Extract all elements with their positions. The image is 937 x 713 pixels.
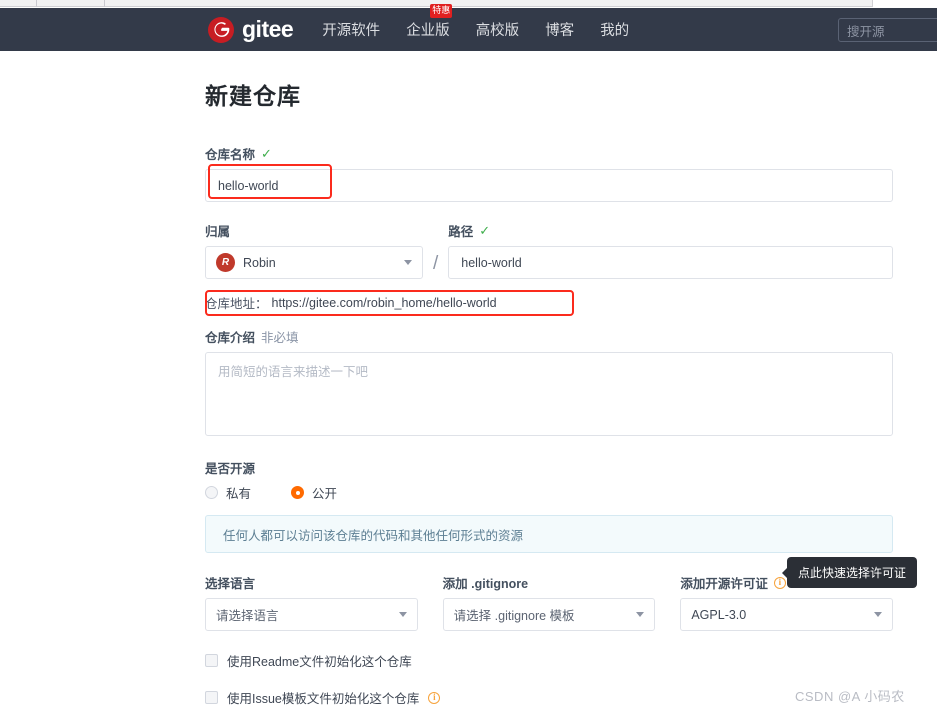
top-navigation-bar: gitee 开源软件 企业版 特惠 高校版 博客 我的 搜开源 [0,4,937,51]
init-readme-label: 使用Readme文件初始化这个仓库 [227,655,412,669]
checkbox-unchecked-icon [205,654,218,667]
info-circle-icon[interactable]: i [428,691,441,704]
license-select-value: AGPL-3.0 [691,607,747,622]
browser-tab-divider-2 [104,0,105,7]
nav-item-label: 我的 [600,23,630,39]
repo-name-label: 仓库名称 ✓ [205,144,893,163]
license-label-text: 添加开源许可证 [680,577,768,591]
main-nav: 开源软件 企业版 特惠 高校版 博客 我的 [322,4,629,40]
path-separator: / [433,253,439,274]
repo-url-label: 仓库地址： [205,297,268,311]
gitee-brand-text: gitee [242,16,294,42]
repo-description-label-text: 仓库介绍 [205,331,256,345]
owner-label-text: 归属 [205,225,231,239]
visibility-label-text: 是否开源 [205,462,256,476]
visibility-notice-text: 任何人都可以访问该仓库的代码和其他任何形式的资源 [223,528,524,543]
visibility-option-label: 私有 [226,487,252,501]
watermark: CSDN @A 小码农 [795,689,905,704]
owner-select-value: Robin [243,255,276,270]
init-issue-template-label: 使用Issue模板文件初始化这个仓库 [227,692,420,706]
nav-item-enterprise[interactable]: 企业版 特惠 [406,4,453,40]
browser-chrome-right [872,0,937,7]
language-select-value: 请选择语言 [216,609,279,623]
repo-url-value: https://gitee.com/robin_home/hello-world [271,295,497,310]
page-title: 新建仓库 [205,83,301,109]
radio-checked-icon [291,486,305,499]
language-label-text: 选择语言 [205,577,256,591]
gitignore-column: 添加 .gitignore 请选择 .gitignore 模板 [442,573,656,631]
search-input-placeholder: 搜开源 [847,24,885,39]
visibility-notice-banner: 任何人都可以访问该仓库的代码和其他任何形式的资源 [205,515,893,553]
nav-item-opensource[interactable]: 开源软件 [322,19,380,40]
browser-chrome-strip [0,0,937,7]
gitignore-label: 添加 .gitignore [443,573,656,592]
gitignore-select[interactable]: 请选择 .gitignore 模板 [442,598,656,631]
nav-item-label: 企业版 [406,23,450,39]
nav-item-label: 博客 [545,23,575,39]
chevron-down-icon [398,612,407,617]
nav-item-label: 高校版 [475,23,520,39]
license-select[interactable]: AGPL-3.0 [680,598,894,631]
chevron-down-icon [636,612,645,617]
visibility-radio-group: 私有 公开 [205,483,893,502]
gitee-logo-icon [208,16,234,43]
path-label: 路径 ✓ [448,221,893,240]
visibility-label: 是否开源 [205,458,893,477]
page-content: 新建仓库 仓库名称 ✓ 归属 R Robin / 路径 [0,51,937,713]
nav-item-education[interactable]: 高校版 [476,19,520,40]
repo-description-optional-tag: 非必填 [261,331,299,345]
path-label-text: 路径 [448,225,474,239]
owner-select[interactable]: R Robin [205,246,423,279]
repo-path-input[interactable] [448,246,893,279]
repo-name-label-text: 仓库名称 [205,148,256,162]
language-column: 选择语言 请选择语言 [205,573,418,631]
visibility-option-public[interactable]: 公开 [291,483,337,502]
language-select[interactable]: 请选择语言 [205,598,418,631]
gitignore-label-text: 添加 .gitignore [442,577,529,591]
avatar: R [216,253,235,272]
owner-column: 归属 R Robin [205,221,423,279]
new-repository-form: 新建仓库 仓库名称 ✓ 归属 R Robin / 路径 [205,77,894,707]
init-issue-template-checkbox-row[interactable]: 使用Issue模板文件初始化这个仓库 i [205,688,893,707]
radio-unchecked-icon [205,486,218,499]
browser-tab-divider [36,0,37,7]
repo-name-input[interactable] [205,169,893,202]
repo-description-textarea[interactable] [205,352,893,436]
nav-item-blog[interactable]: 博客 [545,19,574,40]
repo-description-label: 仓库介绍 非必填 [205,327,893,346]
language-label: 选择语言 [205,573,418,592]
visibility-option-private[interactable]: 私有 [205,483,251,502]
owner-path-row: 归属 R Robin / 路径 ✓ [205,221,893,279]
nav-item-mine[interactable]: 我的 [600,19,629,40]
license-tooltip-text: 点此快速选择许可证 [798,566,907,580]
chevron-down-icon [404,260,412,265]
search-box[interactable]: 搜开源 [838,18,937,42]
init-readme-checkbox-row[interactable]: 使用Readme文件初始化这个仓库 [205,651,893,670]
gitignore-select-value: 请选择 .gitignore 模板 [453,609,575,623]
info-circle-icon[interactable]: i [773,576,786,589]
owner-label: 归属 [205,221,423,240]
check-icon: ✓ [261,146,272,161]
checkbox-unchecked-icon [205,691,218,704]
chevron-down-icon [874,612,883,617]
promo-badge: 特惠 [430,4,453,18]
repo-url-line: 仓库地址： https://gitee.com/robin_home/hello… [205,293,497,312]
gitee-brand-link[interactable]: gitee [208,16,294,43]
nav-item-label: 开源软件 [322,23,381,39]
path-column: 路径 ✓ [448,221,893,279]
license-tooltip: 点此快速选择许可证 [787,557,918,588]
visibility-option-label: 公开 [312,487,338,501]
check-icon: ✓ [479,223,491,238]
